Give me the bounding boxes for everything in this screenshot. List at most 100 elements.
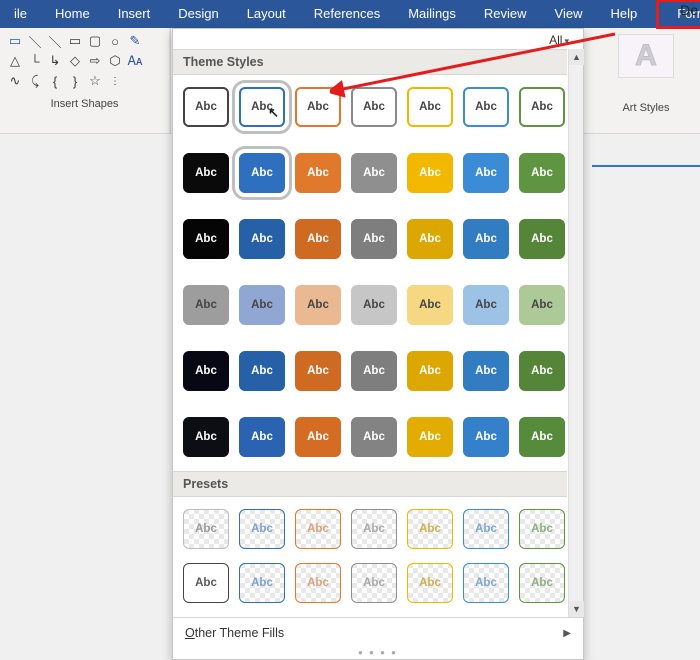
style-light-r4c1[interactable]: Abc [183, 285, 229, 325]
preset-r2c1[interactable]: Abc [183, 563, 229, 603]
tab-help[interactable]: Help [596, 0, 651, 28]
style-solid-r5c2[interactable]: Abc [239, 351, 285, 391]
rbrace-icon[interactable]: } [66, 72, 84, 90]
preset-r2c3[interactable]: Abc [295, 563, 341, 603]
gallery-scrollbar[interactable]: ▲ ▼ [568, 49, 583, 617]
theme-row-3: Abc Abc Abc Abc Abc Abc Abc [173, 207, 567, 273]
style-solid-r5c6[interactable]: Abc [463, 351, 509, 391]
style-outline-5[interactable]: Abc [407, 87, 453, 127]
preset-r2c4[interactable]: Abc [351, 563, 397, 603]
preset-r2c6[interactable]: Abc [463, 563, 509, 603]
style-solid-r2c7[interactable]: Abc [519, 153, 565, 193]
style-outline-3[interactable]: Abc [295, 87, 341, 127]
triangle-icon[interactable]: △ [6, 52, 24, 70]
style-solid-r6c3[interactable]: Abc [295, 417, 341, 457]
shapes-gallery[interactable]: ▭ ＼ ＼ ▭ ▢ ○ ✎ △ └ ↳ ◇ ⇨ ⬡ 🗛 ∿ ⤹ { } ☆ ⋮ [6, 32, 163, 90]
gallery-filter-all[interactable]: All▾ [173, 29, 583, 49]
preset-r2c5[interactable]: Abc [407, 563, 453, 603]
style-light-r4c7[interactable]: Abc [519, 285, 565, 325]
cropped-text: De [680, 2, 698, 18]
edit-shape-icon[interactable]: ✎ [126, 32, 144, 50]
tab-layout[interactable]: Layout [233, 0, 300, 28]
line2-icon[interactable]: ＼ [46, 32, 64, 50]
tab-home[interactable]: Home [41, 0, 104, 28]
style-light-r4c4[interactable]: Abc [351, 285, 397, 325]
preset-r2c7[interactable]: Abc [519, 563, 565, 603]
style-outline-7[interactable]: Abc [519, 87, 565, 127]
style-solid-r2c1[interactable]: Abc [183, 153, 229, 193]
textbox-icon[interactable]: ▭ [6, 32, 24, 50]
style-solid-r6c2[interactable]: Abc [239, 417, 285, 457]
style-light-r4c3[interactable]: Abc [295, 285, 341, 325]
more-shapes-icon[interactable]: ⋮ [106, 72, 124, 90]
tab-review[interactable]: Review [470, 0, 541, 28]
style-solid-r2c3[interactable]: Abc [295, 153, 341, 193]
style-solid-r3c2[interactable]: Abc [239, 219, 285, 259]
style-solid-r2c5[interactable]: Abc [407, 153, 453, 193]
tab-file[interactable]: ile [0, 0, 41, 28]
oval-icon[interactable]: ○ [106, 32, 124, 50]
style-solid-r6c1[interactable]: Abc [183, 417, 229, 457]
style-light-r4c5[interactable]: Abc [407, 285, 453, 325]
style-solid-r6c7[interactable]: Abc [519, 417, 565, 457]
style-light-r4c2[interactable]: Abc [239, 285, 285, 325]
style-solid-r6c5[interactable]: Abc [407, 417, 453, 457]
wordart-sample[interactable]: A [618, 34, 674, 78]
style-solid-r5c7[interactable]: Abc [519, 351, 565, 391]
other-theme-fills[interactable]: Other Theme Fills ▶ [173, 617, 583, 648]
style-solid-r3c5[interactable]: Abc [407, 219, 453, 259]
style-solid-r3c3[interactable]: Abc [295, 219, 341, 259]
style-solid-r5c1[interactable]: Abc [183, 351, 229, 391]
preset-r2c2[interactable]: Abc [239, 563, 285, 603]
preset-r1c2[interactable]: Abc [239, 509, 285, 549]
style-outline-2[interactable]: Abc↖ [239, 87, 285, 127]
scroll-down-icon[interactable]: ▼ [569, 601, 584, 617]
style-solid-r6c6[interactable]: Abc [463, 417, 509, 457]
arrow-icon[interactable]: ⇨ [86, 52, 104, 70]
preset-r1c5[interactable]: Abc [407, 509, 453, 549]
curve-icon[interactable]: ∿ [6, 72, 24, 90]
preset-r1c7[interactable]: Abc [519, 509, 565, 549]
style-solid-r3c4[interactable]: Abc [351, 219, 397, 259]
lbrace-icon[interactable]: { [46, 72, 64, 90]
theme-row-2: Abc Abc Abc Abc Abc Abc Abc [173, 141, 567, 207]
style-solid-r3c1[interactable]: Abc [183, 219, 229, 259]
style-solid-r5c3[interactable]: Abc [295, 351, 341, 391]
preset-r1c1[interactable]: Abc [183, 509, 229, 549]
presets-header: Presets [173, 471, 567, 497]
tab-references[interactable]: References [300, 0, 394, 28]
style-solid-r2c2[interactable]: Abc [239, 153, 285, 193]
style-solid-r3c7[interactable]: Abc [519, 219, 565, 259]
elbow-arrow-icon[interactable]: ↳ [46, 52, 64, 70]
tab-mailings[interactable]: Mailings [394, 0, 470, 28]
tab-view[interactable]: View [541, 0, 597, 28]
style-solid-r5c5[interactable]: Abc [407, 351, 453, 391]
preset-r1c4[interactable]: Abc [351, 509, 397, 549]
style-light-r4c6[interactable]: Abc [463, 285, 509, 325]
style-outline-4[interactable]: Abc [351, 87, 397, 127]
star-icon[interactable]: ☆ [86, 72, 104, 90]
style-solid-r3c6[interactable]: Abc [463, 219, 509, 259]
connector-icon[interactable]: ⤹ [26, 72, 44, 90]
scroll-up-icon[interactable]: ▲ [569, 49, 584, 65]
elbow-icon[interactable]: └ [26, 52, 44, 70]
diamond-icon[interactable]: ◇ [66, 52, 84, 70]
hexagon-icon[interactable]: ⬡ [106, 52, 124, 70]
line-icon[interactable]: ＼ [26, 32, 44, 50]
style-solid-r5c4[interactable]: Abc [351, 351, 397, 391]
style-solid-r2c6[interactable]: Abc [463, 153, 509, 193]
resize-grip-icon[interactable]: ● ● ● ● [173, 648, 583, 659]
preset-r1c3[interactable]: Abc [295, 509, 341, 549]
preset-row-1: Abc Abc Abc Abc Abc Abc Abc [173, 497, 567, 563]
style-outline-6[interactable]: Abc [463, 87, 509, 127]
roundrect-icon[interactable]: ▢ [86, 32, 104, 50]
insert-shapes-label: Insert Shapes [6, 98, 163, 110]
rect-icon[interactable]: ▭ [66, 32, 84, 50]
style-solid-r2c4[interactable]: Abc [351, 153, 397, 193]
style-outline-1[interactable]: Abc [183, 87, 229, 127]
tab-design[interactable]: Design [164, 0, 232, 28]
style-solid-r6c4[interactable]: Abc [351, 417, 397, 457]
tab-insert[interactable]: Insert [104, 0, 165, 28]
textbox2-icon[interactable]: 🗛 [126, 52, 144, 70]
preset-r1c6[interactable]: Abc [463, 509, 509, 549]
